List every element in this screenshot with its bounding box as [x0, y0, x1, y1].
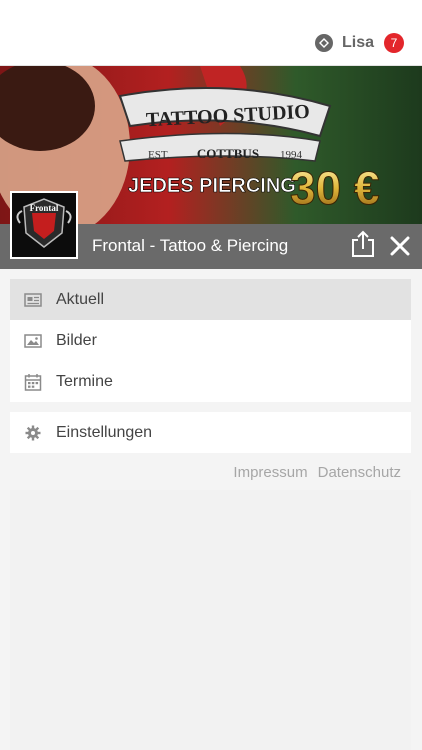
datenschutz-link[interactable]: Datenschutz	[318, 464, 401, 481]
newspaper-icon	[24, 292, 42, 307]
image-icon	[24, 333, 42, 348]
banner-est-text: EST.	[148, 149, 170, 161]
menu-item-termine[interactable]: Termine	[10, 361, 411, 402]
impressum-link[interactable]: Impressum	[233, 464, 307, 481]
banner-year-text: 1994	[280, 149, 303, 161]
logo-text: Frontal	[30, 203, 59, 213]
settings-section: Einstellungen	[10, 412, 411, 453]
banner-promo-text: JEDES PIERCING	[128, 175, 296, 197]
navigation-menu: Aktuell Bilder Termine	[10, 279, 411, 402]
business-logo: Frontal	[10, 191, 78, 259]
page-title: Frontal - Tattoo & Piercing	[92, 236, 289, 255]
user-menu[interactable]: Lisa 7	[314, 33, 404, 53]
content-area	[10, 490, 411, 750]
footer-links: Impressum Datenschutz	[233, 464, 401, 481]
menu-item-label: Aktuell	[56, 290, 105, 308]
notification-badge[interactable]: 7	[384, 33, 404, 53]
menu-item-aktuell[interactable]: Aktuell	[10, 279, 411, 320]
share-icon[interactable]	[350, 230, 376, 258]
gear-icon	[25, 425, 41, 440]
menu-item-label: Termine	[56, 372, 113, 390]
menu-item-einstellungen[interactable]: Einstellungen	[10, 412, 411, 453]
calendar-icon	[24, 373, 42, 391]
menu-item-bilder[interactable]: Bilder	[10, 320, 411, 361]
banner-price-text: 30 €	[290, 162, 380, 214]
menu-item-label: Einstellungen	[56, 423, 153, 441]
menu-item-label: Bilder	[56, 331, 97, 349]
banner-city-text: COTTBUS	[197, 146, 259, 161]
close-icon[interactable]	[386, 232, 414, 260]
user-name: Lisa	[341, 34, 374, 51]
user-app-icon	[314, 34, 333, 52]
